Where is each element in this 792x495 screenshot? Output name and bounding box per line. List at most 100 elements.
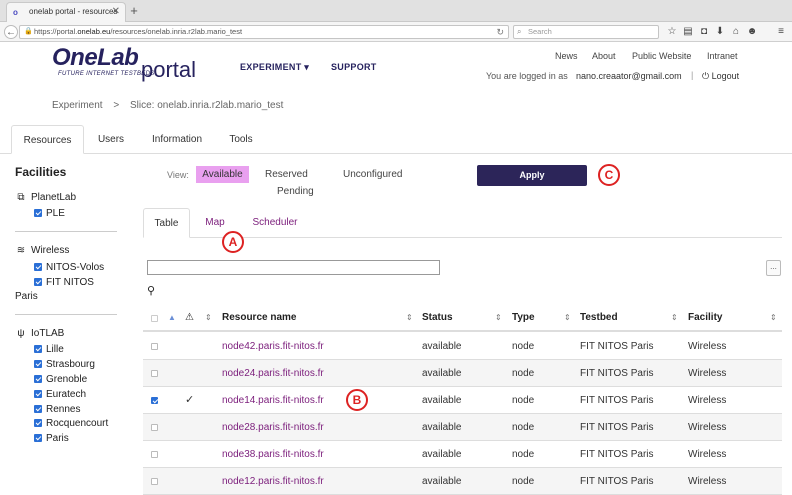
facility-item-grenoble[interactable]: Grenoble (34, 374, 87, 386)
table-row[interactable]: node24.paris.fit-nitos.fr available node… (143, 360, 782, 387)
view-unconfigured-button[interactable]: Unconfigured (343, 169, 402, 180)
column-testbed[interactable]: Testbed (580, 306, 618, 330)
new-tab-button[interactable]: + (128, 3, 140, 19)
checkbox[interactable] (34, 405, 42, 413)
download-icon[interactable]: ⬇ (714, 25, 726, 39)
checkbox[interactable] (34, 278, 42, 286)
view-pending-button[interactable]: Pending (277, 186, 314, 197)
pocket-icon[interactable]: ◘ (698, 25, 710, 39)
link-intranet[interactable]: Intranet (707, 51, 738, 61)
apply-button[interactable]: Apply (477, 165, 587, 186)
tab-tools[interactable]: Tools (220, 125, 262, 154)
more-options-button[interactable]: ... (766, 260, 781, 276)
facility-item-lille[interactable]: Lille (34, 344, 64, 356)
logo-portal[interactable]: portal (141, 57, 196, 83)
checkbox[interactable] (34, 419, 42, 427)
resource-name-link[interactable]: node14.paris.fit-nitos.fr (222, 387, 324, 414)
row-checkbox[interactable] (151, 424, 158, 431)
column-type[interactable]: Type (512, 306, 535, 330)
user-email: nano.creaator@gmail.com (576, 71, 682, 81)
sort-up-icon[interactable]: ▲ (168, 306, 176, 330)
link-about[interactable]: About (592, 51, 616, 61)
logout-link[interactable]: ⏻ Logout (702, 71, 739, 82)
link-public-website[interactable]: Public Website (632, 51, 691, 61)
checkbox[interactable] (34, 375, 42, 383)
facility-cell: Wireless (688, 395, 727, 406)
row-checkbox[interactable] (151, 343, 158, 350)
resource-name-link[interactable]: node12.paris.fit-nitos.fr (222, 468, 324, 495)
bookmark-star-icon[interactable]: ☆ (666, 25, 678, 39)
facility-item-fit-nitos[interactable]: FIT NITOS (34, 277, 94, 289)
select-all-checkbox[interactable] (151, 315, 158, 322)
table-row[interactable]: node42.paris.fit-nitos.fr available node… (143, 333, 782, 360)
table-row[interactable]: node12.paris.fit-nitos.fr available node… (143, 468, 782, 495)
browser-tab[interactable]: o onelab portal - resources ✕ (6, 2, 126, 22)
logout-label: Logout (711, 71, 740, 81)
url-bar[interactable]: 🔒 https://portal.onelab.eu/resources/one… (19, 25, 509, 39)
facility-item-label: Rennes (46, 404, 81, 415)
table-row[interactable]: node28.paris.fit-nitos.fr available node… (143, 414, 782, 441)
sort-icon[interactable]: ⇕ (406, 306, 413, 330)
facility-item-nitos-volos[interactable]: NITOS-Volos (34, 262, 104, 274)
facility-item-paris[interactable]: Paris (34, 433, 69, 445)
row-checkbox[interactable] (151, 397, 158, 404)
close-tab-icon[interactable]: ✕ (112, 3, 120, 21)
url-domain: onelab.eu (77, 27, 111, 36)
row-checkbox[interactable] (151, 451, 158, 458)
facility-item-rocquencourt[interactable]: Rocquencourt (34, 418, 108, 430)
home-icon[interactable]: ⌂ (730, 25, 742, 39)
tab-scheduler[interactable]: Scheduler (247, 208, 303, 238)
filter-input[interactable] (147, 260, 440, 275)
checkbox[interactable] (34, 434, 42, 442)
tab-information[interactable]: Information (140, 125, 214, 154)
tab-users[interactable]: Users (88, 125, 134, 154)
table-row[interactable]: node38.paris.fit-nitos.fr available node… (143, 441, 782, 468)
type-cell: node (512, 422, 535, 433)
logo-onelab[interactable]: OneLab (52, 44, 139, 72)
view-reserved-button[interactable]: Reserved (265, 169, 308, 180)
checkbox[interactable] (34, 390, 42, 398)
column-status[interactable]: Status (422, 306, 453, 330)
sort-icon[interactable]: ⇕ (564, 306, 571, 330)
column-resource-name[interactable]: Resource name (222, 306, 296, 330)
resource-name-link[interactable]: node28.paris.fit-nitos.fr (222, 414, 324, 441)
resource-name-link[interactable]: node42.paris.fit-nitos.fr (222, 333, 324, 360)
breadcrumb-experiment[interactable]: Experiment (52, 100, 103, 111)
reload-icon[interactable]: ↻ (496, 26, 504, 38)
checkbox[interactable] (34, 360, 42, 368)
facility-item-strasbourg[interactable]: Strasbourg (34, 359, 95, 371)
checkbox[interactable] (34, 209, 42, 217)
checkbox[interactable] (34, 345, 42, 353)
row-checkbox[interactable] (151, 478, 158, 485)
type-cell: node (512, 476, 535, 487)
back-arrow-icon[interactable]: ← (4, 25, 18, 39)
network-icon: ⧉ (17, 192, 25, 203)
facility-item-rennes[interactable]: Rennes (34, 404, 80, 416)
sort-icon[interactable]: ⇕ (671, 306, 678, 330)
facility-item-ple[interactable]: PLE (34, 208, 65, 220)
sort-icon[interactable]: ⇕ (495, 306, 502, 330)
resource-name-link[interactable]: node24.paris.fit-nitos.fr (222, 360, 324, 387)
search-icon[interactable]: ⚲ (147, 284, 155, 297)
resource-name-link[interactable]: node38.paris.fit-nitos.fr (222, 441, 324, 468)
nav-support[interactable]: SUPPORT (331, 62, 377, 72)
row-checkbox[interactable] (151, 370, 158, 377)
link-news[interactable]: News (555, 51, 578, 61)
facility-group-label: IoTLAB (31, 328, 65, 339)
sort-icon[interactable]: ⇕ (770, 306, 777, 330)
browser-search-input[interactable]: ⌕ Search (513, 25, 659, 39)
chat-icon[interactable]: ☻ (746, 25, 758, 39)
nav-experiment[interactable]: EXPERIMENT ▾ (240, 62, 309, 73)
checkbox[interactable] (34, 263, 42, 271)
reading-list-icon[interactable]: ▤ (682, 25, 694, 39)
tab-resources[interactable]: Resources (11, 125, 84, 154)
table-row[interactable]: ✓ node14.paris.fit-nitos.fr available no… (143, 387, 782, 414)
tab-table[interactable]: Table (143, 208, 190, 238)
facility-item-euratech[interactable]: Euratech (34, 389, 86, 401)
view-available-button[interactable]: Available (196, 166, 249, 183)
testbed-cell: FIT NITOS Paris (580, 395, 654, 406)
hamburger-menu-icon[interactable]: ≡ (775, 25, 787, 39)
column-facility[interactable]: Facility (688, 306, 722, 330)
sort-icon[interactable]: ⇕ (205, 306, 212, 330)
facility-item-label: Lille (46, 344, 64, 355)
